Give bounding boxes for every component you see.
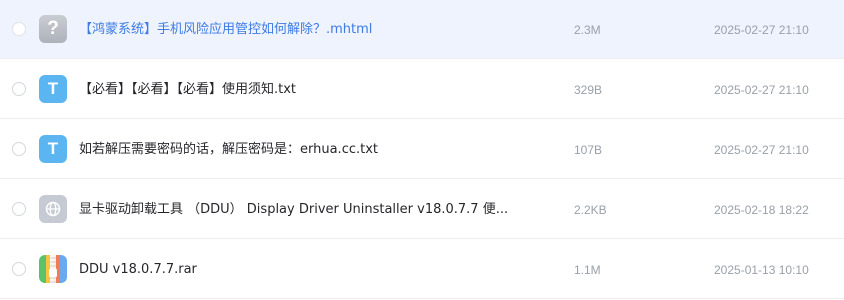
file-row[interactable]: T 【必看】【必看】【必看】使用须知.txt 329B 2025-02-27 2…	[0, 60, 844, 119]
row-checkbox[interactable]	[12, 202, 26, 216]
file-date: 2025-02-18 18:22	[714, 203, 809, 217]
file-name[interactable]: 如若解压需要密码的话，解压密码是：erhua.cc.txt	[79, 141, 549, 159]
file-size: 329B	[574, 83, 603, 97]
file-date: 2025-01-13 10:10	[714, 263, 809, 277]
archive-file-icon	[39, 255, 67, 283]
row-checkbox[interactable]	[12, 262, 26, 276]
zip-lock	[49, 269, 57, 277]
file-name[interactable]: 显卡驱动卸载工具 （DDU） Display Driver Uninstalle…	[79, 201, 549, 219]
file-date: 2025-02-27 21:10	[714, 23, 809, 37]
globe-icon	[45, 201, 61, 217]
row-checkbox[interactable]	[12, 142, 26, 156]
file-name[interactable]: 【必看】【必看】【必看】使用须知.txt	[79, 81, 549, 99]
file-date: 2025-02-27 21:10	[714, 83, 809, 97]
unknown-file-icon: ?	[39, 15, 67, 43]
text-file-icon: T	[39, 75, 67, 103]
file-date: 2025-02-27 21:10	[714, 143, 809, 157]
row-checkbox[interactable]	[12, 82, 26, 96]
file-row[interactable]: T 如若解压需要密码的话，解压密码是：erhua.cc.txt 107B 202…	[0, 120, 844, 179]
file-size: 1.1M	[574, 263, 601, 277]
file-row[interactable]: 显卡驱动卸载工具 （DDU） Display Driver Uninstalle…	[0, 180, 844, 239]
file-size: 107B	[574, 143, 603, 157]
file-row[interactable]: DDU v18.0.7.7.rar 1.1M 2025-01-13 10:10	[0, 240, 844, 299]
file-name[interactable]: 【鸿蒙系统】手机风险应用管控如何解除？.mhtml	[79, 21, 549, 39]
file-size: 2.2KB	[574, 203, 607, 217]
file-row[interactable]: ? 【鸿蒙系统】手机风险应用管控如何解除？.mhtml 2.3M 2025-02…	[0, 0, 844, 59]
file-size: 2.3M	[574, 23, 601, 37]
file-name[interactable]: DDU v18.0.7.7.rar	[79, 261, 549, 279]
file-list: ? 【鸿蒙系统】手机风险应用管控如何解除？.mhtml 2.3M 2025-02…	[0, 0, 844, 300]
row-checkbox[interactable]	[12, 22, 26, 36]
web-link-icon	[39, 195, 67, 223]
text-file-icon: T	[39, 135, 67, 163]
